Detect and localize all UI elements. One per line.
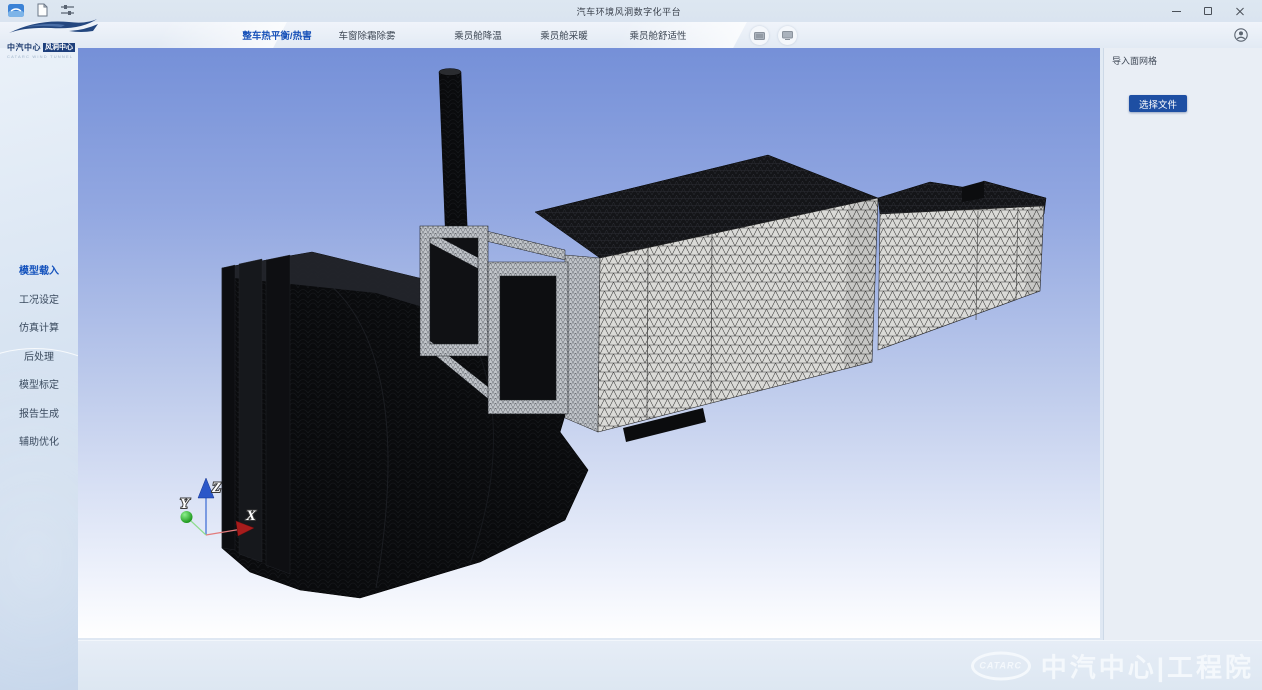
sidebar-item-condition-setting[interactable]: 工况设定 (0, 287, 78, 316)
app-window: 汽车环境风洞数字化平台 整车热平衡/热害 车窗除霜除雾 乘员舱降温 乘员舱采暖 … (0, 0, 1262, 690)
tune-settings-icon[interactable] (61, 4, 74, 16)
minimize-button[interactable] (1160, 0, 1192, 22)
sidebar-item-simulation-compute[interactable]: 仿真计算 (0, 315, 78, 344)
document-icon[interactable] (37, 3, 48, 17)
user-account-icon[interactable] (1234, 28, 1248, 42)
keyboard-icon (754, 32, 765, 40)
import-surface-mesh-label: 导入面网格 (1112, 54, 1157, 67)
sidebar-item-model-load[interactable]: 模型载入 (0, 258, 78, 287)
header-tool-button[interactable] (778, 26, 797, 45)
sidebar-item-model-calibration[interactable]: 模型标定 (0, 372, 78, 401)
tab-cabin-comfort[interactable]: 乘员舱舒适性 (629, 28, 686, 42)
brand-logo: 中汽中心 风洞中心 CATARC WIND TUNNEL (7, 17, 103, 59)
sidebar-item-report-generation[interactable]: 报告生成 (0, 401, 78, 430)
display-icon (782, 31, 793, 40)
sidebar-item-auxiliary-optimization[interactable]: 辅助优化 (0, 429, 78, 458)
viewport-3d[interactable]: Z Y X (78, 48, 1100, 638)
app-icon (8, 4, 24, 17)
tab-vehicle-thermal-balance[interactable]: 整车热平衡/热害 (242, 28, 311, 42)
close-button[interactable] (1224, 0, 1256, 22)
footer: CATARC 中汽中心|工程院 (78, 640, 1262, 690)
mesh-model-main-box (535, 155, 878, 442)
tab-cabin-heating[interactable]: 乘员舱采暖 (540, 28, 588, 42)
footer-brand-text: 中汽中心|工程院 (1041, 647, 1254, 684)
maximize-button[interactable] (1192, 0, 1224, 22)
mesh-model-canvas: Z Y X (78, 48, 1100, 638)
y-axis-label: Y (180, 496, 191, 512)
choose-file-button[interactable]: 选择文件 (1129, 95, 1187, 112)
logo-subtitle: CATARC WIND TUNNEL (7, 54, 103, 59)
main-tab-bar: 整车热平衡/热害 车窗除霜除雾 乘员舱降温 乘员舱采暖 乘员舱舒适性 (0, 22, 1262, 48)
window-title: 汽车环境风洞数字化平台 (577, 5, 682, 18)
sidebar-item-post-processing[interactable]: 后处理 (0, 344, 78, 373)
logo-name: 中汽中心 (7, 42, 41, 53)
footer-brandmark: CATARC 中汽中心|工程院 (971, 647, 1254, 684)
header-tool-button[interactable] (750, 26, 769, 45)
x-axis-label: X (245, 508, 257, 524)
z-axis-label: Z (211, 480, 221, 496)
sidebar: 模型载入 工况设定 仿真计算 后处理 模型标定 报告生成 辅助优化 (0, 48, 78, 690)
tab-window-defrost-defog[interactable]: 车窗除霜除雾 (338, 28, 395, 42)
logo-badge: 风洞中心 (43, 43, 75, 52)
tab-cabin-cooldown[interactable]: 乘员舱降温 (454, 28, 502, 42)
mesh-model-right-extension (878, 181, 1046, 350)
car-swoosh-icon (7, 17, 99, 39)
right-panel: 导入面网格 选择文件 (1103, 48, 1262, 640)
y-axis-ball (181, 511, 193, 523)
catarc-oval-logo: CATARC (971, 651, 1031, 680)
titlebar: 汽车环境风洞数字化平台 (0, 0, 1262, 22)
